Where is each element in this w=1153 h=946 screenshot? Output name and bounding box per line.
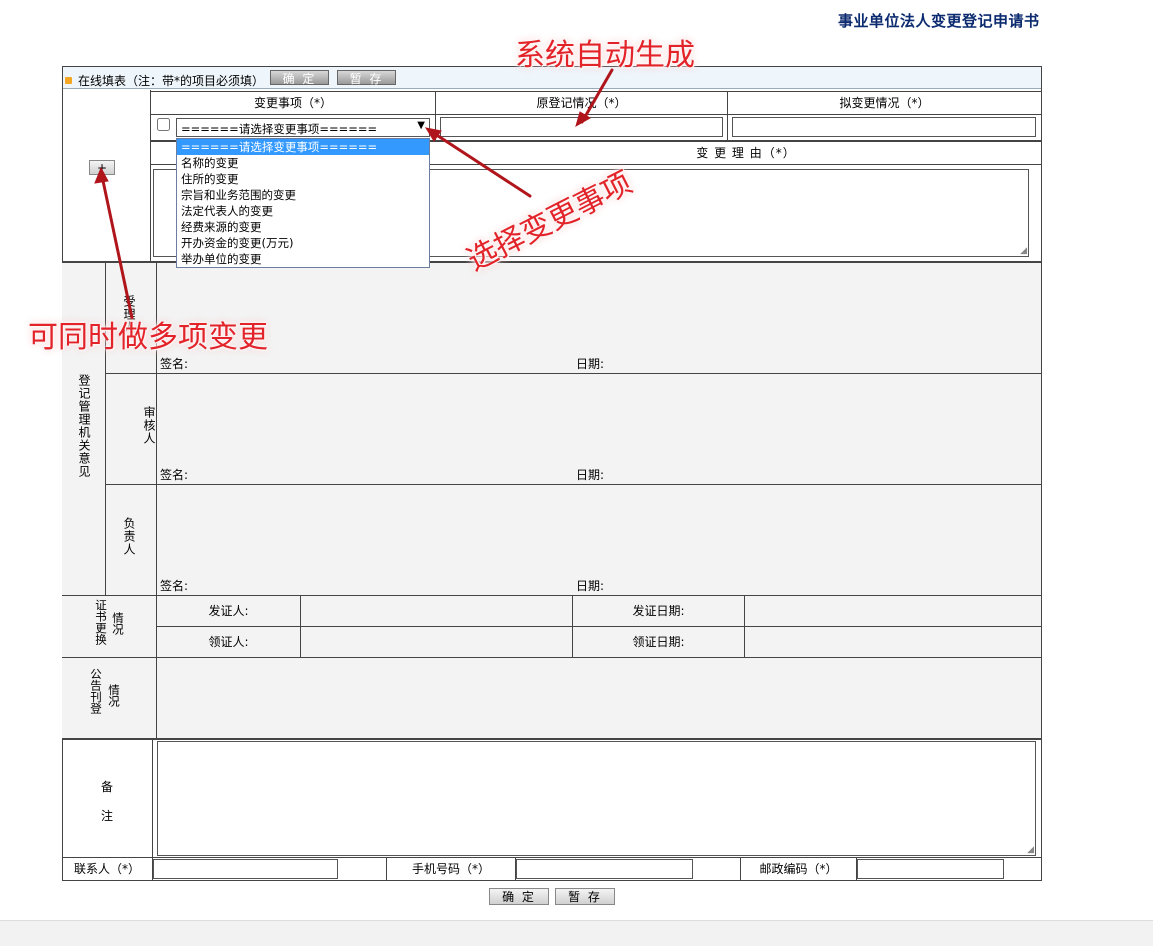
phone-label: 手机号码（*） bbox=[386, 857, 516, 881]
receive-date-label: 领证日期: bbox=[572, 626, 745, 658]
page-title: 事业单位法人变更登记申请书 bbox=[838, 12, 1040, 30]
announcement-label-right: 情况 bbox=[107, 684, 121, 707]
sign-label: 签名: bbox=[160, 579, 189, 593]
chevron-down-icon: ▼ bbox=[417, 120, 425, 131]
select-value: ======请选择变更事项====== bbox=[181, 122, 378, 136]
dropdown-option[interactable]: 名称的变更 bbox=[177, 155, 429, 171]
issuer-label: 发证人: bbox=[156, 595, 301, 627]
toolbar-label: 在线填表（注：带*的项目必须填） bbox=[78, 74, 265, 88]
receiver-label: 领证人: bbox=[156, 626, 301, 658]
bottom-confirm-button[interactable]: 确 定 bbox=[489, 888, 549, 905]
certificate-label-left: 证书更换 bbox=[94, 599, 108, 645]
issue-date-value bbox=[744, 595, 1042, 627]
change-item-select[interactable]: ======请选择变更事项====== ▼ bbox=[176, 118, 430, 137]
original-status-input[interactable] bbox=[440, 117, 723, 137]
remarks-label-cell bbox=[62, 738, 153, 858]
issuer-value bbox=[300, 595, 573, 627]
issue-date-label: 发证日期: bbox=[572, 595, 745, 627]
postcode-input[interactable] bbox=[857, 859, 1004, 879]
opinion-section-label: 登记管理机关意见 bbox=[77, 374, 91, 478]
date-label: 日期: bbox=[576, 579, 605, 593]
bottom-save-button[interactable]: 暂 存 bbox=[555, 888, 615, 905]
dropdown-option[interactable]: 经费来源的变更 bbox=[177, 219, 429, 235]
resize-grip-icon: ◢ bbox=[1020, 246, 1027, 256]
sign-label: 签名: bbox=[160, 357, 189, 371]
top-save-button[interactable]: 暂 存 bbox=[337, 70, 396, 86]
header-original-status: 原登记情况（*） bbox=[435, 91, 728, 115]
header-change-item: 变更事项（*） bbox=[150, 91, 436, 115]
announcement-value bbox=[156, 657, 1042, 739]
bullet-icon bbox=[65, 77, 72, 84]
add-column bbox=[63, 90, 151, 262]
contact-label: 联系人（*） bbox=[62, 857, 153, 881]
resize-grip-icon: ◢ bbox=[1027, 845, 1034, 855]
add-change-button[interactable]: + bbox=[89, 160, 115, 175]
annotation-multi-change: 可同时做多项变更 bbox=[28, 320, 268, 355]
dropdown-option[interactable]: ======请选择变更事项====== bbox=[177, 139, 429, 155]
planned-change-input[interactable] bbox=[732, 117, 1036, 137]
dropdown-option[interactable]: 开办资金的变更(万元) bbox=[177, 235, 429, 251]
page-footer bbox=[0, 920, 1153, 946]
change-item-dropdown-list: ======请选择变更事项====== 名称的变更 住所的变更 宗旨和业务范围的… bbox=[176, 138, 430, 268]
top-confirm-button[interactable]: 确 定 bbox=[270, 70, 329, 86]
date-label: 日期: bbox=[576, 468, 605, 482]
dropdown-option[interactable]: 住所的变更 bbox=[177, 171, 429, 187]
remarks-label-2: 注 bbox=[101, 809, 114, 823]
role-label: 负责人 bbox=[122, 517, 136, 556]
postcode-label: 邮政编码（*） bbox=[740, 857, 857, 881]
sign-label: 签名: bbox=[160, 468, 189, 482]
contact-input[interactable] bbox=[153, 859, 338, 879]
header-planned-change: 拟变更情况（*） bbox=[727, 91, 1042, 115]
remarks-textarea[interactable]: ◢ bbox=[157, 741, 1036, 856]
remarks-label-1: 备 bbox=[101, 780, 114, 794]
phone-input[interactable] bbox=[516, 859, 693, 879]
receiver-value bbox=[300, 626, 573, 658]
dropdown-option[interactable]: 法定代表人的变更 bbox=[177, 203, 429, 219]
annotation-auto-generate: 系统自动生成 bbox=[515, 38, 695, 73]
dropdown-option[interactable]: 举办单位的变更 bbox=[177, 251, 429, 267]
date-label: 日期: bbox=[576, 357, 605, 371]
certificate-label-right: 情况 bbox=[111, 612, 125, 635]
announcement-label-left: 公告刊登 bbox=[89, 668, 103, 714]
dropdown-option[interactable]: 宗旨和业务范围的变更 bbox=[177, 187, 429, 203]
receive-date-value bbox=[744, 626, 1042, 658]
change-item-checkbox[interactable] bbox=[157, 118, 170, 131]
role-label: 审核人 bbox=[142, 406, 156, 445]
